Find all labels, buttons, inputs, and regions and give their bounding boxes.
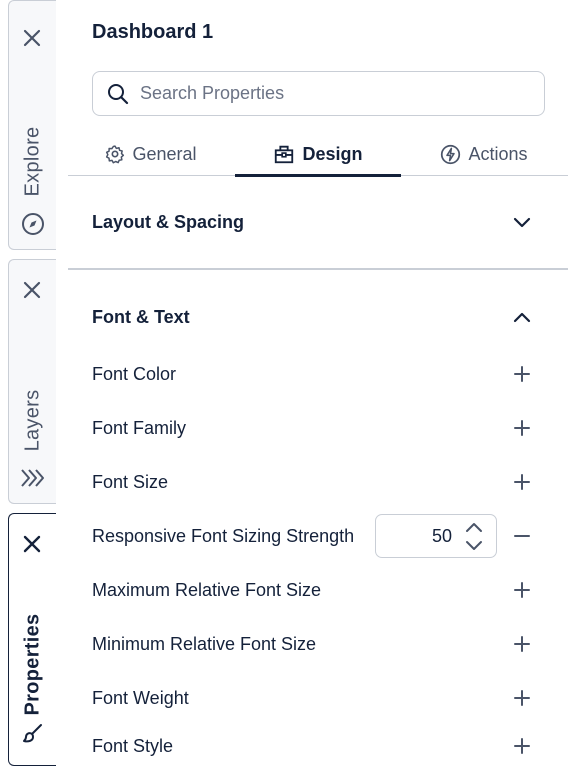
close-icon[interactable]: [21, 27, 43, 49]
plus-icon[interactable]: [511, 579, 533, 601]
plus-icon[interactable]: [511, 417, 533, 439]
property-min-relative-font-size: Minimum Relative Font Size: [68, 624, 568, 664]
plus-icon[interactable]: [511, 471, 533, 493]
layers-tab-label: Layers: [21, 389, 44, 451]
close-icon[interactable]: [21, 533, 43, 555]
property-label: Font Family: [92, 417, 187, 438]
toolbox-icon: [275, 145, 294, 164]
tab-general-label: General: [132, 143, 197, 164]
property-font-style: Font Style: [68, 726, 568, 766]
property-font-weight: Font Weight: [68, 678, 568, 718]
property-font-color: Font Color: [68, 354, 568, 394]
side-rail: Explore Layers Properties: [0, 0, 56, 766]
close-icon[interactable]: [21, 279, 43, 301]
plus-icon[interactable]: [511, 633, 533, 655]
chevron-up-icon[interactable]: [511, 306, 533, 328]
search-icon: [108, 83, 129, 104]
search-box[interactable]: [92, 71, 545, 116]
tab-bar: General Design Actions: [68, 132, 568, 177]
plus-icon[interactable]: [511, 735, 533, 757]
plus-icon[interactable]: [511, 363, 533, 385]
property-label: Font Color: [92, 363, 177, 384]
compass-icon: [22, 213, 44, 235]
property-label: Minimum Relative Font Size: [92, 633, 317, 654]
number-stepper[interactable]: 50: [375, 514, 497, 558]
property-responsive-font-sizing: Responsive Font Sizing Strength 50: [68, 514, 568, 558]
stepper-value[interactable]: 50: [432, 526, 452, 547]
minus-icon[interactable]: [511, 525, 533, 547]
gear-icon: [106, 145, 125, 164]
section-divider: [68, 268, 568, 270]
chevron-down-icon[interactable]: [464, 539, 484, 553]
chevron-up-icon[interactable]: [464, 520, 484, 534]
tab-general[interactable]: General: [102, 132, 200, 176]
property-label: Font Weight: [92, 687, 189, 708]
tab-design[interactable]: Design: [235, 132, 401, 177]
section-layout-spacing[interactable]: Layout & Spacing: [68, 197, 568, 247]
layers-icon: [21, 469, 44, 487]
property-font-size: Font Size: [68, 462, 568, 502]
properties-tab-label: Properties: [21, 613, 44, 715]
layers-tab[interactable]: Layers: [8, 259, 56, 504]
tab-design-label: Design: [302, 143, 363, 164]
tab-actions[interactable]: Actions: [436, 132, 532, 176]
plus-icon[interactable]: [511, 687, 533, 709]
explore-tab[interactable]: Explore: [8, 0, 56, 250]
explore-tab-label: Explore: [21, 126, 44, 196]
property-max-relative-font-size: Maximum Relative Font Size: [68, 570, 568, 610]
brush-icon: [23, 724, 42, 743]
tab-actions-label: Actions: [468, 143, 528, 164]
search-input[interactable]: [140, 83, 520, 104]
section-label: Layout & Spacing: [92, 211, 245, 232]
section-font-text[interactable]: Font & Text: [68, 292, 568, 342]
property-label: Responsive Font Sizing Strength: [92, 525, 355, 546]
bolt-icon: [441, 144, 461, 164]
properties-tab[interactable]: Properties: [8, 513, 56, 766]
page-title: Dashboard 1: [92, 21, 214, 43]
property-font-family: Font Family: [68, 408, 568, 448]
properties-panel: Dashboard 1 General Design: [68, 0, 568, 766]
property-label: Maximum Relative Font Size: [92, 579, 322, 600]
section-label: Font & Text: [92, 306, 190, 327]
property-label: Font Size: [92, 471, 169, 492]
property-label: Font Style: [92, 735, 174, 756]
chevron-down-icon[interactable]: [511, 211, 533, 233]
